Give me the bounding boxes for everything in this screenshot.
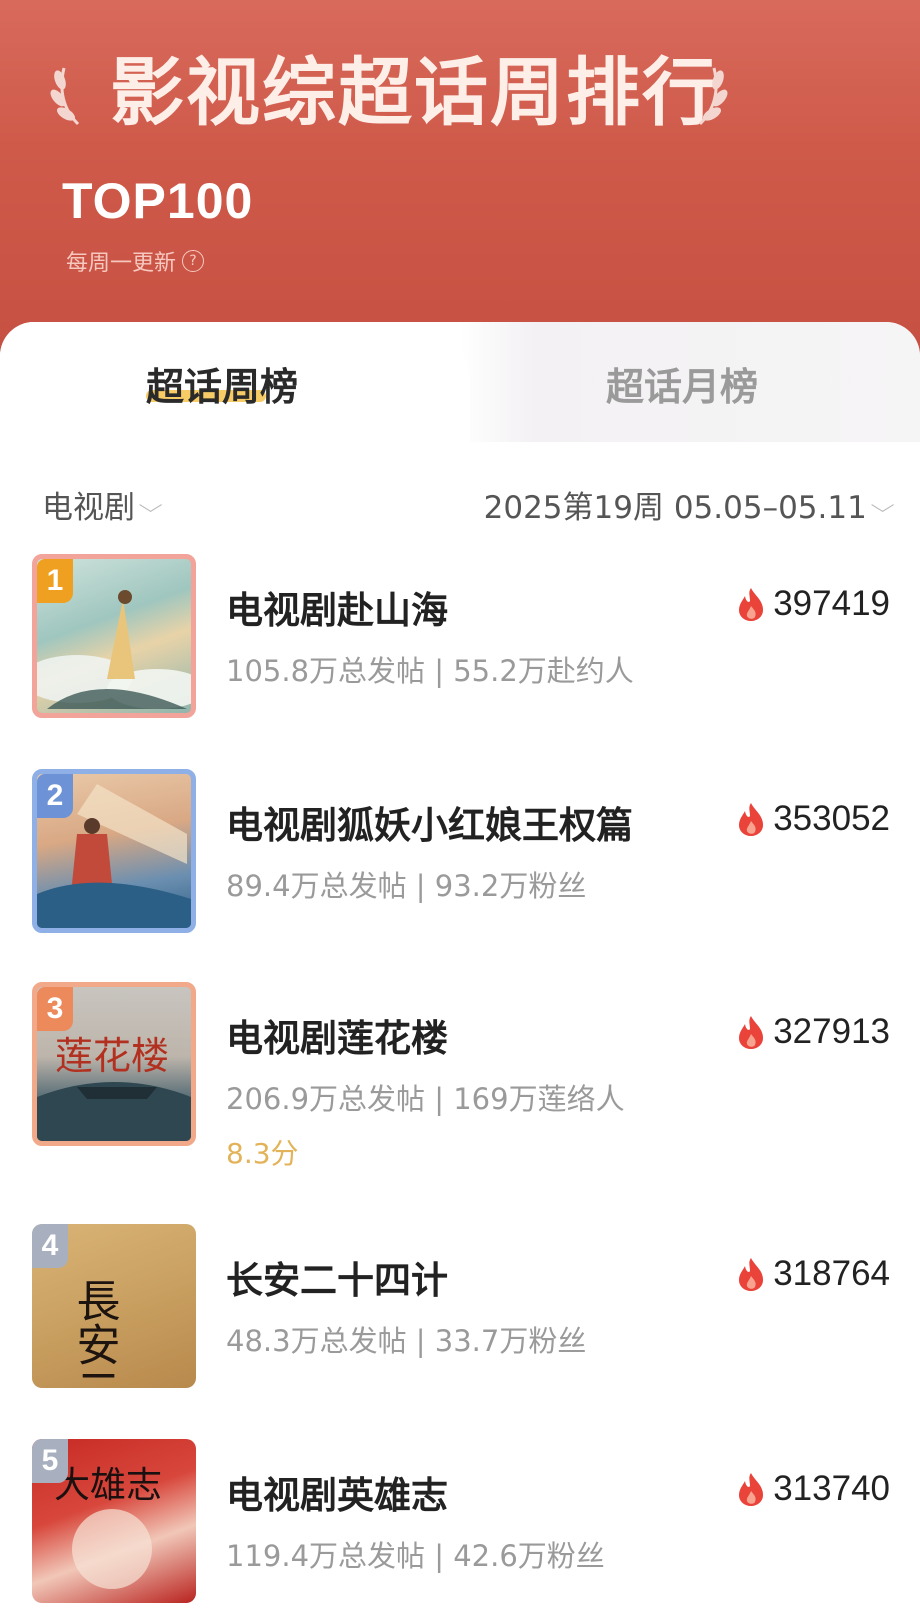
heat-score: 318764	[735, 1254, 890, 1294]
heat-score: 327913	[735, 1012, 890, 1052]
ranking-row[interactable]: 2 电视剧狐妖小红娘王权篇 89.4万总发帖 | 93.2万粉丝 353052	[0, 769, 920, 939]
show-stats: 206.9万总发帖 | 169万莲络人	[226, 1082, 625, 1116]
show-name[interactable]: 长安二十四计	[226, 1250, 448, 1304]
category-dropdown[interactable]: 电视剧 ⌵	[42, 482, 163, 527]
heat-value: 327913	[773, 1012, 890, 1051]
poster-thumbnail[interactable]: 長安二十四計 4	[32, 1224, 196, 1388]
help-icon[interactable]: ?	[182, 250, 205, 272]
category-label: 电视剧	[42, 490, 135, 526]
rating-score: 8.3分	[226, 1137, 299, 1170]
flame-icon	[739, 1258, 764, 1291]
tab-bar: 超话周榜 超话月榜	[0, 322, 920, 442]
show-stats: 89.4万总发帖 | 93.2万粉丝	[226, 869, 587, 903]
flame-icon	[739, 588, 764, 621]
poster-thumbnail[interactable]: 2	[32, 769, 196, 933]
ranking-row[interactable]: 莲花楼 3 电视剧莲花楼 206.9万总发帖 | 169万莲络人 8.3分 32…	[0, 982, 920, 1170]
poster-title: 長安二十四計	[69, 1278, 120, 1388]
tab-weekly[interactable]: 超话周榜	[146, 356, 298, 411]
rank-badge: 5	[32, 1439, 68, 1483]
show-stats: 48.3万总发帖 | 33.7万粉丝	[226, 1324, 587, 1358]
flame-icon	[739, 1473, 764, 1506]
period-label: 2025第19周 05.05–05.11	[483, 490, 867, 526]
update-note: 每周一更新	[66, 251, 177, 276]
ranking-row[interactable]: 長安二十四計 4 长安二十四计 48.3万总发帖 | 33.7万粉丝 31876…	[0, 1224, 920, 1394]
ranking-card: 超话周榜 超话月榜 电视剧 ⌵ 2025第19周 05.05–05.11 ⌵ 1…	[0, 322, 920, 1603]
period-dropdown[interactable]: 2025第19周 05.05–05.11 ⌵	[483, 482, 895, 527]
show-name[interactable]: 电视剧英雄志	[226, 1465, 448, 1519]
poster-title: 大雄志	[54, 1465, 162, 1506]
show-stats: 105.8万总发帖 | 55.2万赴约人	[226, 654, 634, 688]
top100-label: TOP100	[62, 173, 254, 229]
show-name[interactable]: 电视剧莲花楼	[226, 1008, 448, 1062]
ranking-row[interactable]: 1 电视剧赴山海 105.8万总发帖 | 55.2万赴约人 397419	[0, 554, 920, 724]
ranking-row[interactable]: 大雄志 5 电视剧英雄志 119.4万总发帖 | 42.6万粉丝 313740	[0, 1439, 920, 1609]
heat-score: 353052	[735, 799, 890, 839]
rank-badge: 2	[37, 774, 73, 818]
heat-value: 353052	[773, 799, 890, 838]
rank-badge: 4	[32, 1224, 68, 1268]
laurel-right-icon	[698, 67, 728, 126]
poster-thumbnail[interactable]: 莲花楼 3	[32, 982, 196, 1146]
poster-title: 莲花楼	[55, 1034, 169, 1078]
show-name[interactable]: 电视剧赴山海	[226, 580, 448, 634]
heat-score: 397419	[735, 584, 890, 624]
chevron-down-icon: ⌵	[138, 492, 163, 517]
flame-icon	[739, 1016, 764, 1049]
update-note-row[interactable]: 每周一更新 ?	[66, 246, 205, 276]
heat-score: 313740	[735, 1469, 890, 1509]
laurel-left-icon	[50, 67, 80, 126]
show-name[interactable]: 电视剧狐妖小红娘王权篇	[226, 795, 633, 849]
poster-thumbnail[interactable]: 1	[32, 554, 196, 718]
heat-value: 318764	[773, 1254, 890, 1293]
filter-row: 电视剧 ⌵ 2025第19周 05.05–05.11 ⌵	[0, 482, 920, 526]
page-title: 影视综超话周排行	[110, 50, 718, 136]
tab-monthly[interactable]: 超话月榜	[606, 356, 758, 411]
rank-badge: 1	[37, 559, 73, 603]
flame-icon	[739, 803, 764, 836]
heat-value: 397419	[773, 584, 890, 623]
rank-badge: 3	[37, 987, 73, 1031]
show-stats: 119.4万总发帖 | 42.6万粉丝	[226, 1539, 605, 1573]
poster-thumbnail[interactable]: 大雄志 5	[32, 1439, 196, 1603]
heat-value: 313740	[773, 1469, 890, 1508]
chevron-down-icon: ⌵	[870, 492, 895, 517]
